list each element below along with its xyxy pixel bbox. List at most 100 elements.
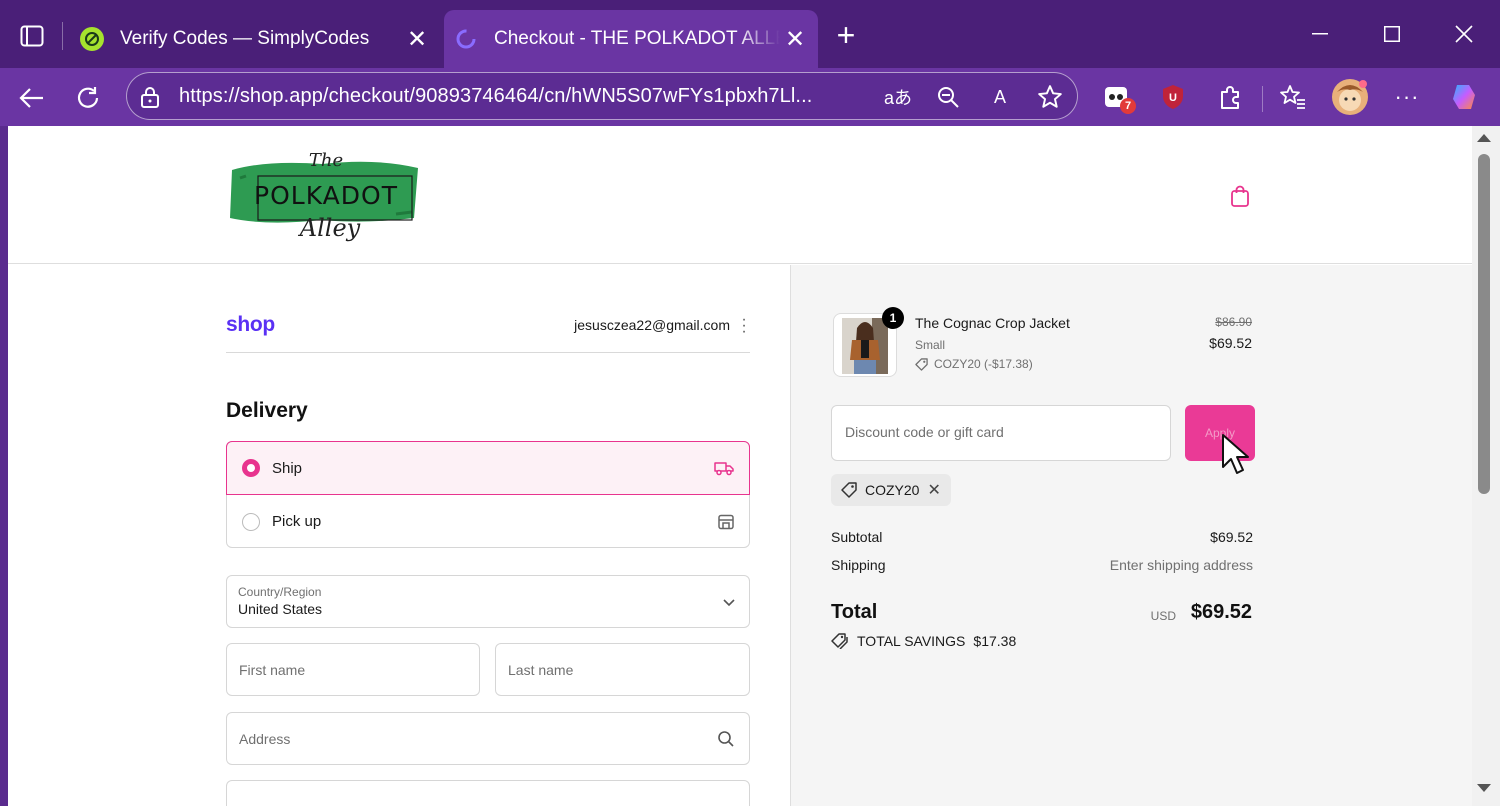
close-window-icon[interactable] — [1444, 18, 1484, 50]
url-text: https://shop.app/checkout/90893746464/cn… — [179, 85, 813, 107]
savings-tag-icon — [831, 633, 848, 649]
mouse-pointer-icon — [1221, 433, 1251, 480]
address-placeholder: Address — [239, 731, 291, 747]
savings-label: TOTAL SAVINGS — [857, 633, 966, 649]
tab-simplycodes[interactable]: Verify Codes — SimplyCodes ✕ — [70, 10, 440, 68]
extension-icon[interactable]: 7 — [1100, 80, 1136, 114]
read-aloud-icon[interactable]: A — [985, 83, 1015, 111]
applied-code: COZY20 — [865, 482, 920, 498]
product-name: The Cognac Crop Jacket — [915, 315, 1070, 331]
logo-text-bottom: Alley — [298, 214, 361, 242]
shopping-bag-icon[interactable] — [1228, 184, 1252, 208]
maximize-icon[interactable] — [1372, 18, 1412, 50]
subtotal-row: Subtotal $69.52 — [831, 529, 1253, 545]
tag-icon — [841, 482, 857, 498]
logo-text-middle: POLKADOT — [254, 181, 398, 210]
close-tab-icon[interactable]: ✕ — [402, 24, 432, 54]
profile-avatar[interactable] — [1330, 77, 1370, 117]
remove-discount-icon[interactable]: ✕ — [927, 480, 940, 500]
account-email: jesusczea22@gmail.com — [574, 317, 730, 333]
discount-placeholder: Discount code or gift card — [845, 424, 1004, 440]
total-label: Total — [831, 601, 878, 623]
total-savings: TOTAL SAVINGS $17.38 — [831, 633, 1016, 649]
product-discount-text: COZY20 (-$17.38) — [934, 357, 1033, 371]
product-variant: Small — [915, 338, 946, 352]
store-icon — [715, 511, 737, 533]
first-name-placeholder: First name — [239, 662, 306, 678]
first-name-input[interactable]: First name — [226, 643, 480, 696]
account-menu-icon[interactable]: · · · — [740, 312, 748, 340]
truck-icon — [713, 457, 735, 479]
product-discount: COZY20 (-$17.38) — [915, 357, 1033, 371]
new-tab-button[interactable]: + — [828, 19, 864, 52]
pickup-radio[interactable] — [242, 512, 260, 531]
page-scrollbar[interactable] — [1472, 126, 1500, 806]
subtotal-value: $69.52 — [1210, 529, 1253, 545]
total-value: $69.52 — [1190, 601, 1252, 623]
quantity-badge: 1 — [882, 307, 904, 329]
shop-icon — [454, 27, 478, 51]
shop-logo: shop — [226, 313, 275, 336]
ship-radio[interactable] — [242, 459, 260, 477]
tab-title: Checkout - THE POLKADOT ALLEY — [494, 28, 780, 49]
tab-actions-icon[interactable] — [14, 20, 50, 52]
shipping-label: Shipping — [831, 557, 886, 573]
shipping-value: Enter shipping address — [1109, 557, 1253, 573]
last-name-placeholder: Last name — [508, 662, 574, 678]
extension-badge: 7 — [1120, 98, 1136, 114]
subtotal-label: Subtotal — [831, 529, 883, 545]
translate-icon[interactable]: aあ — [883, 83, 913, 111]
browser-tab-bar: Verify Codes — SimplyCodes ✕ Checkout - … — [0, 0, 1500, 68]
product-thumbnail: 1 — [833, 307, 904, 377]
svg-text:U: U — [1169, 92, 1177, 104]
original-price: $86.90 — [1215, 315, 1252, 329]
discounted-price: $69.52 — [1209, 335, 1252, 351]
last-name-input[interactable]: Last name — [495, 643, 750, 696]
country-select[interactable]: Country/Region United States — [226, 575, 750, 628]
ublock-shield-icon[interactable]: U — [1156, 80, 1190, 114]
ship-label: Ship — [272, 459, 303, 477]
scroll-down-icon[interactable] — [1477, 784, 1491, 792]
store-header: The POLKADOT Alley — [8, 126, 1472, 264]
favorite-star-icon[interactable] — [1035, 83, 1065, 111]
browser-toolbar: https://shop.app/checkout/90893746464/cn… — [0, 68, 1500, 126]
applied-discount-chip: COZY20 ✕ — [831, 474, 951, 506]
tag-icon — [915, 357, 928, 371]
pickup-label: Pick up — [272, 513, 322, 530]
order-summary: 1 The Cognac Crop Jacket Small COZY20 (-… — [790, 265, 1472, 806]
tab-title: Verify Codes — SimplyCodes — [120, 28, 370, 49]
shipping-row: Shipping Enter shipping address — [831, 557, 1253, 573]
tab-divider — [62, 22, 63, 50]
checkout-page: The POLKADOT Alley shop jesusczea22@gmai… — [8, 126, 1472, 806]
address-input[interactable]: Address — [226, 712, 750, 765]
minimize-icon[interactable] — [1300, 18, 1340, 50]
address-bar[interactable]: https://shop.app/checkout/90893746464/cn… — [126, 72, 1078, 120]
chevron-down-icon — [723, 594, 735, 612]
copilot-icon[interactable] — [1448, 80, 1482, 114]
checkout-form: shop jesusczea22@gmail.com · · · Delivery … — [8, 265, 790, 806]
refresh-icon[interactable] — [68, 78, 108, 118]
zoom-icon[interactable] — [933, 83, 963, 111]
close-tab-icon[interactable]: ✕ — [780, 24, 810, 54]
shop-account-row: shop jesusczea22@gmail.com · · · — [226, 309, 750, 353]
more-options-icon[interactable]: ··· — [1390, 80, 1424, 114]
scrollbar-thumb[interactable] — [1478, 154, 1490, 494]
country-value: United States — [238, 601, 323, 617]
search-icon[interactable] — [717, 730, 735, 753]
country-label: Country/Region — [238, 585, 322, 599]
scroll-up-icon[interactable] — [1477, 134, 1491, 142]
store-logo[interactable]: The POLKADOT Alley — [226, 148, 422, 244]
logo-text-top: The — [309, 150, 343, 171]
favorites-icon[interactable] — [1276, 80, 1310, 114]
tab-checkout[interactable]: Checkout - THE POLKADOT ALLEY ✕ — [444, 10, 818, 68]
toolbar-divider — [1262, 86, 1263, 112]
apartment-input[interactable] — [226, 780, 750, 806]
discount-code-input[interactable]: Discount code or gift card — [831, 405, 1171, 461]
back-icon[interactable] — [12, 78, 52, 118]
savings-value: $17.38 — [973, 633, 1017, 649]
ship-option[interactable]: Ship — [226, 441, 750, 495]
pickup-option[interactable]: Pick up — [227, 495, 751, 548]
lock-icon[interactable] — [139, 85, 161, 114]
extensions-puzzle-icon[interactable] — [1213, 80, 1247, 114]
currency-code: USD — [1150, 609, 1176, 623]
